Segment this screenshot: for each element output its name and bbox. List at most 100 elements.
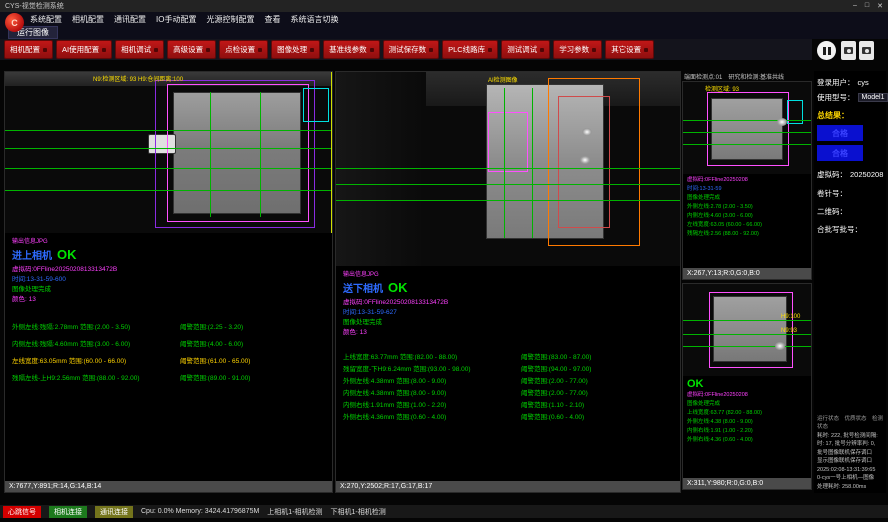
camera-icon	[862, 47, 871, 54]
toolbar-test-debug-button[interactable]: 测试调试	[501, 40, 550, 59]
aux-column-header: 端面检测点:01 研究和检测:基准共线	[682, 71, 812, 81]
close-icon[interactable]: ✕	[877, 2, 883, 10]
result-ok-badge: OK	[388, 280, 408, 295]
measure-threshold: 阈警范围:(0.60 - 4.00)	[521, 411, 584, 421]
button-label: 相机调试	[121, 44, 151, 55]
toolbar-plc-library-button[interactable]: PLC线路库	[442, 40, 498, 59]
toolbar-other-settings-button[interactable]: 其它设置	[605, 40, 654, 59]
aux-camera-image-top[interactable]: 检测区域: 93	[683, 82, 811, 174]
camera-snapshot-button-2[interactable]	[859, 41, 874, 60]
run-statistics: 运行状态 优质状态 检测状态 耗时: 222, 批号检测间隔: 时: 17, 批…	[817, 415, 883, 492]
toolbar-spot-check-button[interactable]: 点检设置	[219, 40, 268, 59]
toolbar-camera-debug-button[interactable]: 相机调试	[115, 40, 164, 59]
roi-box-magenta	[488, 112, 528, 172]
measure-line	[683, 334, 811, 335]
result-title: 进上相机	[12, 247, 52, 262]
pause-button[interactable]	[817, 41, 836, 60]
upper-camera-view: N9:检测区域: 93 H9:仓间距离:100 输出信息JPG 进上相机 OK …	[4, 71, 333, 493]
menu-light-config[interactable]: 光源控制配置	[206, 14, 254, 25]
window-controls: – □ ✕	[853, 2, 883, 10]
menu-language-switch[interactable]: 系统语言切换	[290, 14, 338, 25]
measure-value: 外侧左线:残隔:2.78mm 范围:(2.00 - 3.50)	[12, 321, 180, 331]
toolbar-test-save-button[interactable]: 测试保存数	[383, 40, 440, 59]
needle-number-label: 卷针号：	[817, 188, 883, 199]
model-select[interactable]: Model1	[858, 93, 888, 102]
minimize-icon[interactable]: –	[853, 2, 857, 10]
toolbar-learn-params-button[interactable]: 学习参数	[553, 40, 602, 59]
button-dot	[310, 48, 314, 52]
measurement-table: 上线宽度:63.77mm 范围:(82.00 - 88.00)阈警范围:(83.…	[343, 350, 673, 422]
toolbar-camera-config-button[interactable]: 相机配置	[4, 40, 53, 59]
toolbar-image-process-button[interactable]: 图像处理	[271, 40, 320, 59]
menubar: 系统配置 相机配置 通讯配置 IO手动配置 光源控制配置 查看 系统语言切换	[0, 12, 888, 26]
lower-camera-image[interactable]: AI检测图像	[336, 72, 680, 266]
virtual-code-value: 20250208	[850, 170, 883, 179]
virtual-code-label: 虚拟码：	[817, 169, 847, 180]
stats-line: 处理耗时: 258.00ms	[817, 483, 883, 492]
login-user-value: cys	[858, 78, 869, 87]
roi-box-magenta	[707, 92, 789, 166]
maximize-icon[interactable]: □	[865, 2, 869, 10]
measurement-row: 内侧左线:4.38mm 范围:(8.00 - 9.00)阈警范围:(2.00 -…	[343, 386, 673, 398]
process-done-line: 图像处理完成	[687, 194, 807, 203]
measure-threshold: 阈警范围:(4.00 - 6.00)	[180, 338, 243, 348]
button-label: 测试保存数	[389, 44, 427, 55]
process-done-line: 图像处理完成	[687, 400, 807, 409]
toolbar-ai-config-button[interactable]: AI使用配置	[56, 40, 112, 59]
measure-threshold: 阈警范围:(89.00 - 91.00)	[180, 372, 250, 382]
upper-camera-image[interactable]: N9:检测区域: 93 H9:仓间距离:100	[5, 72, 332, 233]
stats-line: 批号图像联机保存调口	[817, 449, 883, 458]
lower-camera-view: AI检测图像 输出信息JPG 送下相机 OK 虚拟码:0FFline202502…	[335, 71, 681, 493]
result-meta: 输出信息JPG	[343, 269, 673, 278]
menu-system-config[interactable]: 系统配置	[30, 14, 62, 25]
button-dot	[644, 48, 648, 52]
time-line: 时间:13-31-59	[687, 185, 807, 194]
roi-box-cyan	[303, 88, 329, 122]
qrcode-label: 二维码：	[817, 206, 883, 217]
button-dot	[540, 48, 544, 52]
toolbar-advanced-settings-button[interactable]: 高级设置	[167, 40, 216, 59]
button-dot	[429, 48, 433, 52]
measure-value: 内侧左线:4.60 (3.00 - 6.00)	[687, 212, 807, 221]
login-user-label: 登录用户：	[817, 77, 855, 88]
measure-line	[336, 168, 680, 169]
measure-value: 内侧右线:1.91mm 范围:(1.00 - 2.20)	[343, 399, 521, 409]
virtual-code-line: 虚拟码:0FFline2025020813313472B	[12, 265, 325, 275]
batch-number-label: 合批写批号：	[817, 224, 883, 235]
pause-icon	[823, 47, 826, 55]
button-dot	[43, 48, 47, 52]
toolbar-baseline-params-button[interactable]: 基准线参数	[323, 40, 380, 59]
measurement-row: 残留宽度-下H9:6.24mm 范围:(93.00 - 98.00)阈警范围:(…	[343, 362, 673, 374]
highlight-spot	[582, 128, 592, 136]
menu-camera-config[interactable]: 相机配置	[72, 14, 104, 25]
measurement-table: 外侧左线:残隔:2.78mm 范围:(2.00 - 3.50)阈警范围:(2.2…	[12, 317, 325, 385]
aux-camera-image-bottom[interactable]: H9:100 N9:93	[683, 284, 811, 376]
highlight-spot	[775, 342, 785, 350]
button-label: 点检设置	[225, 44, 255, 55]
measure-line	[683, 346, 811, 347]
measurement-row: 内侧右线:1.91mm 范围:(1.00 - 2.20)阈警范围:(1.10 -…	[343, 398, 673, 410]
upper-camera-status: X:7677,Y:891;R:14,G:14,B:14	[5, 481, 332, 492]
measure-threshold: 阈警范围:(2.00 - 77.00)	[521, 375, 588, 385]
stats-line: 0-cys一号上相机—图像	[817, 474, 883, 483]
info-sidebar: 登录用户： cys 使用型号： Model1 总结果： 合格 合格 虚拟码： 2…	[814, 71, 886, 493]
measurement-row: 外侧左线:残隔:2.78mm 范围:(2.00 - 3.50)阈警范围:(2.2…	[12, 317, 325, 334]
stats-line: 时: 17, 批号分辨率判: 0,	[817, 440, 883, 449]
aux-camera-status-top: X:267,Y:13;R:0,G:0,B:0	[683, 268, 811, 279]
menu-comm-config[interactable]: 通讯配置	[114, 14, 146, 25]
measure-line-vertical	[504, 88, 505, 238]
measure-threshold: 阈警范围:(1.10 - 2.10)	[521, 399, 584, 409]
highlight-spot	[777, 118, 787, 126]
button-label: 相机配置	[10, 44, 40, 55]
measure-line-vertical	[210, 92, 211, 217]
menu-view[interactable]: 查看	[264, 14, 280, 25]
button-dot	[102, 48, 106, 52]
camera-snapshot-button-1[interactable]	[841, 41, 856, 60]
menu-io-manual-config[interactable]: IO手动配置	[156, 14, 196, 25]
measure-value: 左线宽度:63.05mm 范围:(60.00 - 66.00)	[12, 355, 180, 365]
heartbeat-button[interactable]: 心跳信号	[3, 506, 41, 518]
measure-value: 外侧左线:4.38mm 范围:(8.00 - 9.00)	[343, 375, 521, 385]
measure-threshold: 阈警范围:(2.00 - 77.00)	[521, 387, 588, 397]
color-line: 颜色: 13	[12, 295, 325, 305]
upper-camera-detect-label: 上相机1-相机检测	[267, 507, 322, 517]
